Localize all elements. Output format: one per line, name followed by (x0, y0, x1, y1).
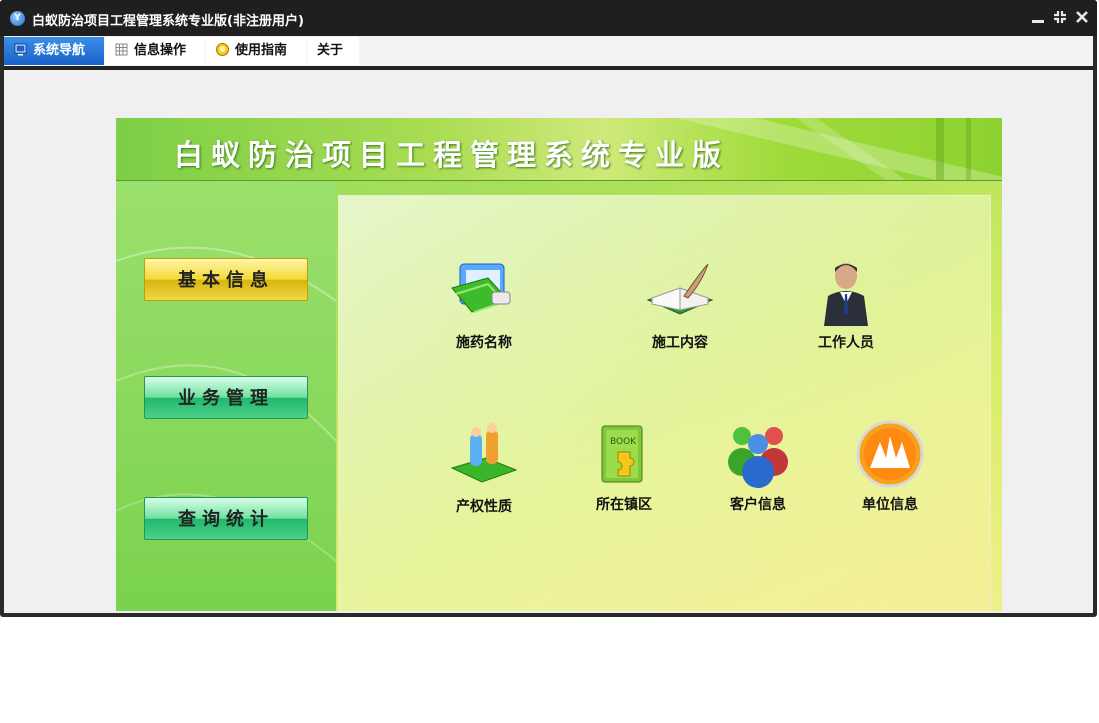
module-staff[interactable]: 工作人员 (791, 256, 901, 352)
tab-info-ops[interactable]: 信息操作 (105, 37, 205, 65)
folder-doc-icon (448, 256, 520, 328)
monitor-icon (14, 39, 27, 56)
business-management-button[interactable]: 业务管理 (144, 376, 308, 419)
close-icon[interactable] (1074, 9, 1090, 25)
banner: 白蚁防治项目工程管理系统专业版 (116, 118, 1002, 181)
banner-title: 白蚁防治项目工程管理系统专业版 (174, 138, 730, 172)
grid-icon (115, 39, 128, 56)
module-customer-info[interactable]: 客户信息 (703, 418, 813, 514)
module-town-district[interactable]: BOOK 所在镇区 (569, 418, 679, 514)
svg-text:BOOK: BOOK (610, 437, 637, 447)
businessman-icon (810, 256, 882, 328)
help-bulb-icon (216, 39, 229, 56)
minimize-icon[interactable] (1030, 9, 1046, 25)
navigation-panel: 白蚁防治项目工程管理系统专业版 基本信息 业务管理 查询统计 施药名称 施工内容… (116, 118, 1002, 611)
book-quill-icon (644, 256, 716, 328)
tab-user-guide[interactable]: 使用指南 (206, 37, 306, 65)
title-bar[interactable]: Y 白蚁防治项目工程管理系统专业版(非注册用户) (0, 0, 1097, 36)
orange-badge-icon (854, 418, 926, 490)
query-statistics-button[interactable]: 查询统计 (144, 497, 308, 540)
app-window: Y 白蚁防治项目工程管理系统专业版(非注册用户) 系统导航 信息操作 使用指南 (0, 0, 1097, 617)
sidebar: 基本信息 业务管理 查询统计 (116, 181, 336, 611)
module-unit-info[interactable]: 单位信息 (835, 418, 945, 514)
client-area: 白蚁防治项目工程管理系统专业版 基本信息 业务管理 查询统计 施药名称 施工内容… (4, 70, 1093, 613)
tab-system-nav[interactable]: 系统导航 (4, 37, 104, 65)
module-construction-content[interactable]: 施工内容 (625, 256, 735, 352)
book-puzzle-icon: BOOK (588, 418, 660, 490)
tab-about[interactable]: 关于 (307, 37, 359, 65)
module-pesticide-name[interactable]: 施药名称 (429, 256, 539, 352)
basic-info-button[interactable]: 基本信息 (144, 258, 308, 301)
people-book-icon (448, 420, 520, 492)
module-grid: 施药名称 施工内容 工作人员 产权性质 BOOK 所在镇区 客户信息 单位信息 (338, 195, 991, 611)
restore-icon[interactable] (1052, 9, 1068, 25)
menu-bar: 系统导航 信息操作 使用指南 关于 (4, 36, 1093, 66)
user-group-icon (722, 418, 794, 490)
module-property-type[interactable]: 产权性质 (429, 420, 539, 516)
app-logo-icon: Y (10, 11, 25, 26)
window-title: 白蚁防治项目工程管理系统专业版(非注册用户) (32, 14, 304, 29)
